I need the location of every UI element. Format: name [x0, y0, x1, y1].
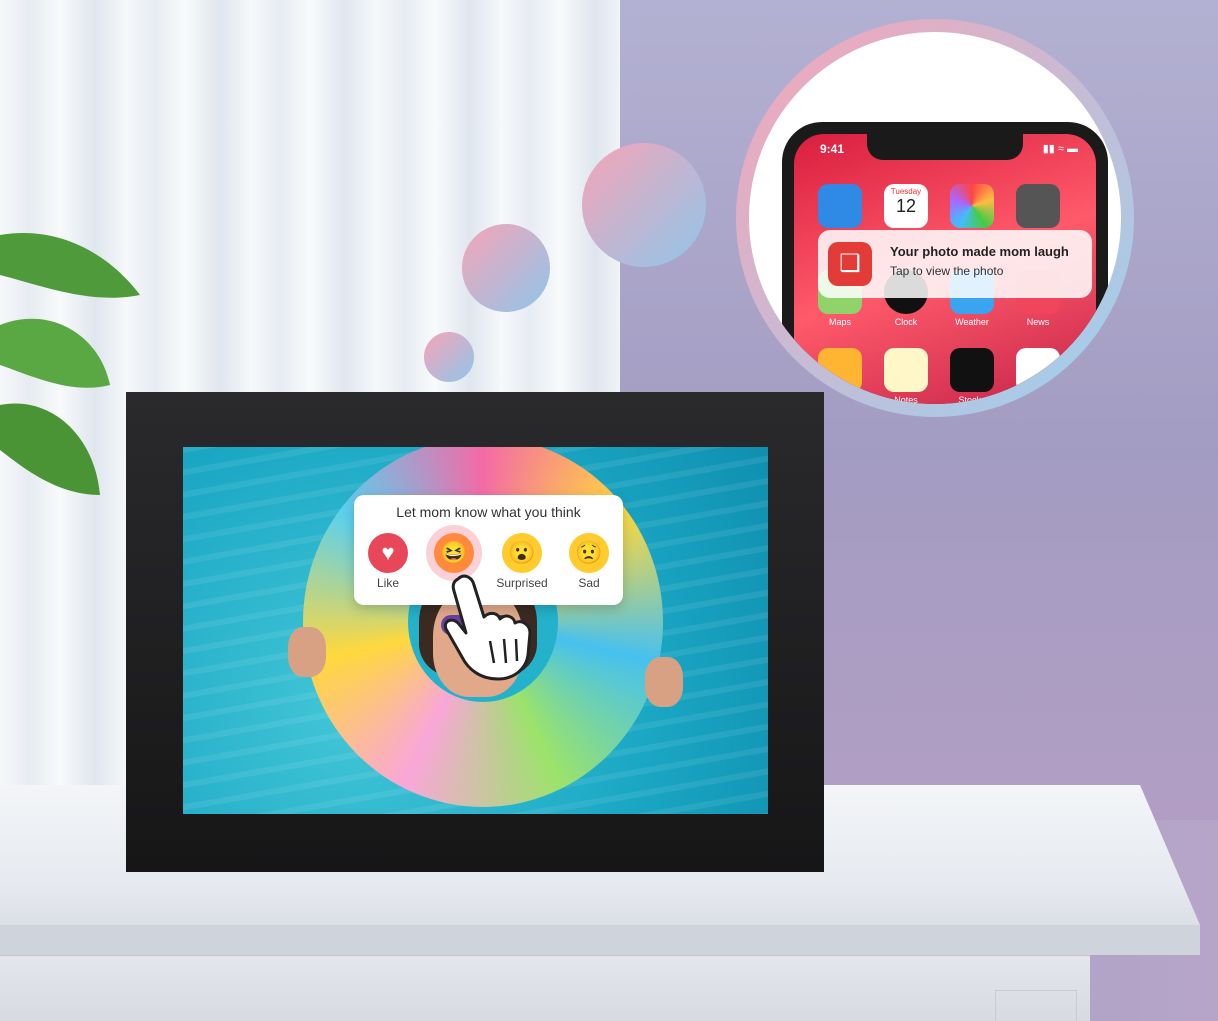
reaction-laugh[interactable]: 😆 — [426, 533, 482, 576]
surprised-icon: 😮 — [502, 533, 542, 573]
app-label-notes: Notes — [894, 395, 918, 405]
bubble-large — [582, 143, 706, 267]
reaction-sad-label: Sad — [578, 576, 600, 590]
reminders-app-icon[interactable] — [1016, 348, 1060, 392]
camera-app-icon[interactable] — [1016, 184, 1060, 228]
push-notification[interactable]: ❑ Your photo made mom laugh Tap to view … — [818, 230, 1092, 298]
app-label-maps: Maps — [828, 317, 851, 327]
app-label-clock: Clock — [894, 317, 918, 327]
photos-app-icon[interactable] — [950, 184, 994, 228]
reaction-like-label: Like — [376, 576, 399, 590]
app-label-news: News — [1026, 317, 1050, 327]
reaction-prompt: Let mom know what you think — [396, 504, 581, 520]
signal-wifi-battery-icon: ▮▮ ≈ ▬ — [1042, 143, 1078, 155]
cabinet — [0, 955, 1090, 1021]
reaction-like[interactable]: ♥ Like — [360, 533, 416, 590]
frame-app-icon: ❑ — [828, 242, 872, 286]
phone-notch — [867, 134, 1023, 160]
home-app-icon[interactable] — [818, 348, 862, 392]
stocks-app-icon[interactable] — [950, 348, 994, 392]
reaction-panel: Let mom know what you think ♥ Like 😆 😮 S… — [354, 495, 623, 681]
calendar-date: 12 — [895, 196, 917, 216]
status-time: 9:41 — [820, 142, 845, 156]
product-scene: Let mom know what you think ♥ Like 😆 😮 S… — [0, 0, 1218, 1021]
notification-body: Tap to view the photo — [890, 264, 1004, 278]
phone-screen: 9:41 ▮▮ ≈ ▬ Tuesday 12 Maps Clock Weathe… — [794, 134, 1096, 405]
bubble-medium — [462, 224, 550, 312]
mail-app-icon[interactable] — [818, 184, 862, 228]
frame-screen: Let mom know what you think ♥ Like 😆 😮 S… — [183, 447, 768, 814]
calendar-app-icon[interactable]: Tuesday 12 — [884, 184, 928, 228]
notes-app-icon[interactable] — [884, 348, 928, 392]
app-label-stocks: Stocks — [958, 395, 986, 405]
heart-icon: ♥ — [368, 533, 408, 573]
laugh-icon: 😆 — [434, 533, 474, 573]
smartphone: 9:41 ▮▮ ≈ ▬ Tuesday 12 Maps Clock Weathe… — [782, 122, 1108, 405]
table-edge — [0, 925, 1200, 955]
app-label-weather: Weather — [955, 317, 989, 327]
sad-icon: 😟 — [569, 533, 609, 573]
notification-title: Your photo made mom laugh — [890, 244, 1069, 259]
cabinet-door — [995, 990, 1077, 1021]
child-hand-left — [288, 627, 326, 677]
phone-bubble: 9:41 ▮▮ ≈ ▬ Tuesday 12 Maps Clock Weathe… — [740, 23, 1130, 413]
pointing-hand-icon — [443, 574, 532, 681]
reaction-sad[interactable]: 😟 Sad — [561, 533, 617, 590]
child-hand-right — [645, 657, 683, 707]
calendar-day: Tuesday — [890, 187, 922, 196]
bubble-small — [424, 332, 474, 382]
